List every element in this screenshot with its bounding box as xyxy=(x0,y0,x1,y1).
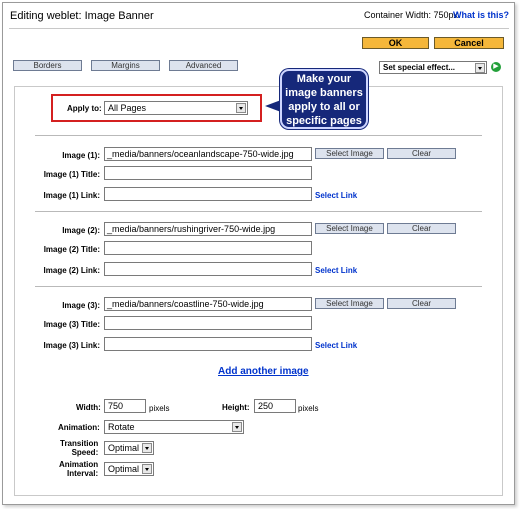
window-title: Editing weblet: Image Banner xyxy=(10,10,154,22)
image-1-path-input[interactable]: _media/banners/oceanlandscape-750-wide.j… xyxy=(104,147,312,161)
image-2-label: Image (2): xyxy=(62,226,100,235)
tab-advanced[interactable]: Advanced xyxy=(169,60,238,71)
chevron-down-icon xyxy=(475,63,485,73)
animation-interval-label: Animation Interval: xyxy=(59,460,98,478)
image-3-label: Image (3): xyxy=(62,301,100,310)
cancel-button[interactable]: Cancel xyxy=(434,37,504,49)
animation-label: Animation: xyxy=(58,423,100,432)
image-3-link-input[interactable] xyxy=(104,337,312,351)
animation-interval-value: Optimal xyxy=(108,464,140,474)
chevron-down-icon xyxy=(142,443,152,453)
image-2-title-input[interactable] xyxy=(104,241,312,255)
image-3-link-label: Image (3) Link: xyxy=(43,341,100,350)
go-arrow-icon[interactable]: ▶ xyxy=(491,62,501,72)
divider xyxy=(35,135,482,136)
select-link-button[interactable]: Select Link xyxy=(315,341,357,350)
image-1-title-label: Image (1) Title: xyxy=(43,170,100,179)
image-1-link-input[interactable] xyxy=(104,187,312,201)
height-unit: pixels xyxy=(298,404,319,413)
help-link[interactable]: What is this? xyxy=(453,10,509,20)
divider xyxy=(35,286,482,287)
callout-note: Make your image banners apply to all or … xyxy=(280,69,368,129)
image-3-path-input[interactable]: _media/banners/coastline-750-wide.jpg xyxy=(104,297,312,311)
width-unit: pixels xyxy=(149,404,170,413)
select-image-button[interactable]: Select Image xyxy=(315,298,384,309)
add-image-link[interactable]: Add another image xyxy=(218,366,309,377)
select-link-button[interactable]: Select Link xyxy=(315,191,357,200)
callout-pointer xyxy=(265,100,281,112)
transition-speed-label-line2: Speed: xyxy=(71,448,99,457)
animation-interval-select[interactable]: Optimal xyxy=(104,462,154,476)
image-2-path-input[interactable]: _media/banners/rushingriver-750-wide.jpg xyxy=(104,222,312,236)
transition-speed-value: Optimal xyxy=(108,443,140,453)
tab-margins[interactable]: Margins xyxy=(91,60,160,71)
image-3-title-input[interactable] xyxy=(104,316,312,330)
animation-select[interactable]: Rotate xyxy=(104,420,244,434)
image-1-title-input[interactable] xyxy=(104,166,312,180)
special-effect-value: Set special effect... xyxy=(383,63,456,72)
clear-button[interactable]: Clear xyxy=(387,148,456,159)
image-2-link-label: Image (2) Link: xyxy=(43,266,100,275)
chevron-down-icon xyxy=(236,103,246,113)
image-1-label: Image (1): xyxy=(62,151,100,160)
divider xyxy=(35,211,482,212)
height-label: Height: xyxy=(222,403,250,412)
animation-interval-label-line1: Animation xyxy=(59,460,99,469)
image-1-link-label: Image (1) Link: xyxy=(43,191,100,200)
chevron-down-icon xyxy=(232,422,242,432)
width-label: Width: xyxy=(76,403,101,412)
select-image-button[interactable]: Select Image xyxy=(315,148,384,159)
clear-button[interactable]: Clear xyxy=(387,223,456,234)
transition-speed-label-line1: Transition xyxy=(60,439,99,448)
divider xyxy=(9,28,509,29)
apply-to-label: Apply to: xyxy=(67,104,102,113)
tab-borders[interactable]: Borders xyxy=(13,60,82,71)
apply-to-select[interactable]: All Pages xyxy=(104,101,248,115)
apply-to-value: All Pages xyxy=(108,103,147,113)
image-3-title-label: Image (3) Title: xyxy=(43,320,100,329)
image-2-link-input[interactable] xyxy=(104,262,312,276)
container-width: Container Width: 750px xyxy=(364,10,459,20)
select-link-button[interactable]: Select Link xyxy=(315,266,357,275)
ok-button[interactable]: OK xyxy=(362,37,429,49)
width-input[interactable]: 750 xyxy=(104,399,146,413)
animation-interval-label-line2: Interval: xyxy=(66,469,99,478)
chevron-down-icon xyxy=(142,464,152,474)
select-image-button[interactable]: Select Image xyxy=(315,223,384,234)
special-effect-select[interactable]: Set special effect... xyxy=(379,61,487,74)
image-2-title-label: Image (2) Title: xyxy=(43,245,100,254)
animation-value: Rotate xyxy=(108,422,135,432)
clear-button[interactable]: Clear xyxy=(387,298,456,309)
height-input[interactable]: 250 xyxy=(254,399,296,413)
transition-speed-select[interactable]: Optimal xyxy=(104,441,154,455)
transition-speed-label: Transition Speed: xyxy=(60,439,98,457)
